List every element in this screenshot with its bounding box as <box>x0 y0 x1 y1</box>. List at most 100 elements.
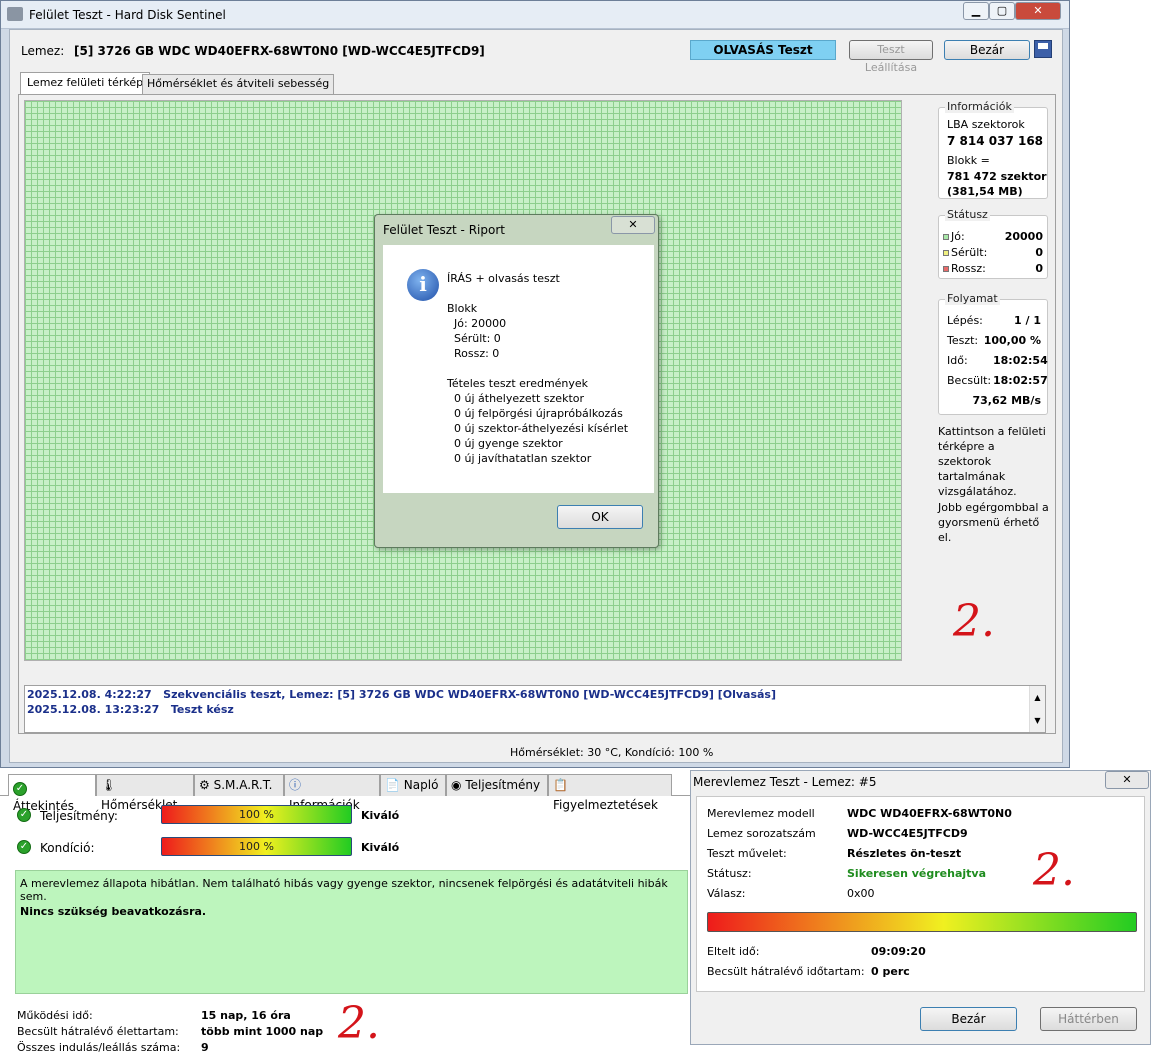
disk-test-title: Merevlemez Teszt - Lemez: #5 <box>693 775 877 789</box>
damaged-swatch <box>943 250 949 256</box>
block-size: (381,54 MB) <box>947 185 1023 198</box>
tab-temperature[interactable]: 🌡 Hőmérséklet <box>96 774 194 812</box>
disk-test-row-label: Válasz: <box>707 887 746 900</box>
tab-temperature-speed[interactable]: Hőmérséklet és átviteli sebesség <box>142 74 335 94</box>
status-bar: Hőmérséklet: 30 °C, Kondíció: 100 % <box>510 746 714 759</box>
gauge-icon: ◉ <box>451 778 462 792</box>
perf-bar: 100 % <box>161 805 352 824</box>
close-window-button[interactable]: ✕ <box>1015 2 1061 20</box>
stop-test-button[interactable]: Teszt Leállítása <box>849 40 933 74</box>
report-line: 0 új felpörgési újrapróbálkozás <box>447 407 623 420</box>
progress-group: Folyamat Lépés: 1 / 1 Teszt: 100,00 % Id… <box>938 292 1048 415</box>
report-line <box>447 286 628 301</box>
handwritten-mark-dialog: 2. <box>1033 845 1075 896</box>
title-bar: Felület Teszt - Hard Disk Sentinel ▁ ▢ ✕ <box>1 1 1069 29</box>
perf-check-icon: ✓ <box>17 808 31 822</box>
block-value: 781 472 szektor <box>947 170 1047 183</box>
thermometer-icon: 🌡 <box>101 778 117 792</box>
report-dialog: Felület Teszt - Riport ✕ i ÍRÁS + olvasá… <box>374 214 659 548</box>
disk-test-row-value: WD-WCC4E5JTFCD9 <box>847 827 968 840</box>
hint-click: Kattintson a felületi térképre a szektor… <box>938 425 1046 498</box>
disk-test-close-button[interactable]: Bezár <box>920 1007 1017 1031</box>
handwritten-mark-overview: 2. <box>338 998 380 1049</box>
handwritten-mark: 2. <box>953 596 995 647</box>
starts-value: 9 <box>201 1041 209 1054</box>
tab-smart[interactable]: ⚙ S.M.A.R.T. <box>194 774 284 796</box>
test-mode-indicator: OLVASÁS Teszt <box>690 40 836 60</box>
report-body: i ÍRÁS + olvasás teszt Blokk Jó: 20000 S… <box>383 245 654 493</box>
log-panel: 2025.12.08. 4:22:27 Szekvenciális teszt,… <box>24 685 1046 733</box>
close-button[interactable]: Bezár <box>944 40 1030 60</box>
health-message: A merevlemez állapota hibátlan. Nem talá… <box>20 877 668 903</box>
cond-bar: 100 % <box>161 837 352 856</box>
disk-test-close-icon[interactable]: ✕ <box>1105 771 1149 789</box>
report-line <box>447 361 628 376</box>
block-label: Blokk = <box>947 154 990 167</box>
info-icon: i <box>407 269 439 301</box>
speed-value: 73,62 MB/s <box>972 394 1041 407</box>
tab-information[interactable]: ⓘ Információk <box>284 774 380 812</box>
alert-page-icon: 📋 <box>553 778 568 792</box>
disk-test-row-label: Lemez sorozatszám <box>707 827 816 840</box>
report-line: 0 új áthelyezett szektor <box>447 392 585 405</box>
uptime-value: 15 nap, 16 óra <box>201 1009 291 1022</box>
info-group: Információk LBA szektorok 7 814 037 168 … <box>938 100 1048 199</box>
lifetime-label: Becsült hátralévő élettartam: <box>17 1025 179 1038</box>
lba-value: 7 814 037 168 <box>947 134 1044 148</box>
good-swatch <box>943 234 949 240</box>
background-button[interactable]: Háttérben <box>1040 1007 1137 1031</box>
disk-test-row-value: 0x00 <box>847 887 875 900</box>
lba-label: LBA szektorok <box>947 118 1025 131</box>
remaining-value: 0 perc <box>871 965 910 978</box>
status-damaged-row: Sérült: 0 <box>943 246 1043 259</box>
info-small-icon: ⓘ <box>289 778 302 792</box>
window-title: Felület Teszt - Hard Disk Sentinel <box>29 8 226 22</box>
tab-surface-map[interactable]: Lemez felületi térkép <box>20 72 151 94</box>
maximize-button[interactable]: ▢ <box>989 2 1015 20</box>
ok-button[interactable]: OK <box>557 505 643 529</box>
app-icon <box>7 7 23 21</box>
status-header: Státusz <box>945 208 990 221</box>
est-value: 18:02:57 <box>993 374 1048 387</box>
tab-log[interactable]: 📄 Napló <box>380 774 446 796</box>
tab-overview[interactable]: ✓ Áttekintés <box>8 774 96 813</box>
report-line: Blokk <box>447 302 478 315</box>
step-value: 1 / 1 <box>1014 314 1041 327</box>
disk-test-progress-bar <box>707 912 1137 932</box>
save-icon[interactable] <box>1034 40 1052 58</box>
status-group: Státusz Jó: 20000 Sérült: 0 Rossz: 0 <box>938 208 1048 279</box>
disk-test-row-label: Merevlemez modell <box>707 807 815 820</box>
perf-rating: Kiváló <box>361 809 400 822</box>
disk-test-row-value: WDC WD40EFRX-68WT0N0 <box>847 807 1012 820</box>
status-bad-row: Rossz: 0 <box>943 262 1043 275</box>
report-close-icon[interactable]: ✕ <box>611 216 655 234</box>
disk-test-body: Merevlemez modell WDC WD40EFRX-68WT0N0 Lem… <box>696 796 1145 992</box>
info-header: Információk <box>945 100 1014 113</box>
bad-swatch <box>943 266 949 272</box>
disk-test-row-label: Teszt művelet: <box>707 847 787 860</box>
uptime-label: Működési idő: <box>17 1009 93 1022</box>
tab-performance[interactable]: ◉ Teljesítmény <box>446 774 548 796</box>
minimize-button[interactable]: ▁ <box>963 2 989 20</box>
disk-test-row-value: Részletes ön-teszt <box>847 847 962 860</box>
log-line-1: 2025.12.08. 4:22:27 Szekvenciális teszt,… <box>27 688 777 701</box>
disk-test-dialog: Merevlemez Teszt - Lemez: #5 ✕ Merevleme… <box>690 770 1151 1045</box>
report-line: 0 új szektor-áthelyezési kísérlet <box>447 422 629 435</box>
disk-value: [5] 3726 GB WDC WD40EFRX-68WT0N0 [WD-WCC… <box>74 44 485 58</box>
report-dialog-title: Felület Teszt - Riport <box>383 223 505 237</box>
test-value: 100,00 % <box>983 334 1041 347</box>
lifetime-value: több mint 1000 nap <box>201 1025 324 1038</box>
progress-header: Folyamat <box>945 292 1000 305</box>
health-message-bold: Nincs szükség beavatkozásra. <box>20 905 207 918</box>
disk-test-row-label: Státusz: <box>707 867 752 880</box>
disk-label: Lemez: <box>21 44 65 58</box>
cond-rating: Kiváló <box>361 841 400 854</box>
log-line-2: 2025.12.08. 13:23:27 Teszt kész <box>27 703 234 716</box>
report-line: Tételes teszt eredmények <box>447 377 589 390</box>
report-line: 0 új gyenge szektor <box>447 437 563 450</box>
log-scrollbar[interactable]: ▲ ▼ <box>1029 686 1045 732</box>
tab-alerts[interactable]: 📋 Figyelmeztetések <box>548 774 672 812</box>
cond-label: Kondíció: <box>40 841 95 855</box>
report-line: 0 új javíthatatlan szektor <box>447 452 592 465</box>
cond-check-icon: ✓ <box>17 840 31 854</box>
